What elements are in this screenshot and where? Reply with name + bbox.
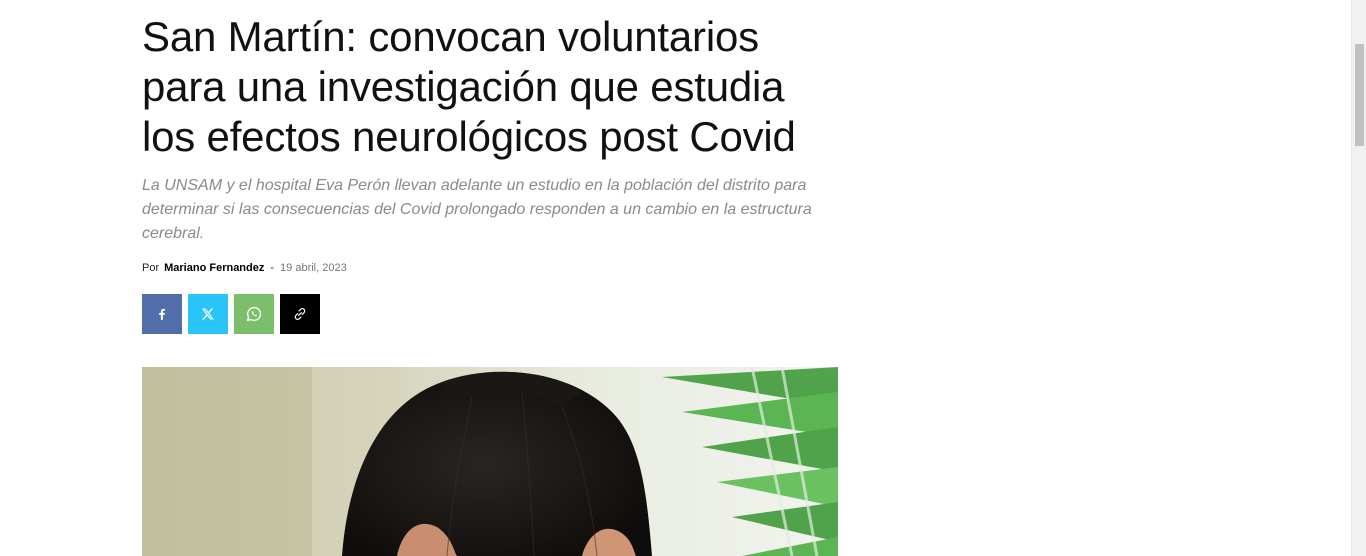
- link-icon: [292, 306, 308, 322]
- woman-holding-head-photo: [142, 367, 838, 556]
- hero-image: [142, 367, 838, 556]
- share-whatsapp-button[interactable]: [234, 294, 274, 334]
- share-facebook-button[interactable]: [142, 294, 182, 334]
- share-twitter-button[interactable]: [188, 294, 228, 334]
- byline-prefix: Por: [142, 262, 160, 274]
- byline-separator: -: [270, 262, 275, 274]
- author-link[interactable]: Mariano Fernandez: [164, 260, 264, 276]
- scrollbar-thumb[interactable]: [1355, 44, 1364, 146]
- whatsapp-icon: [245, 305, 263, 323]
- publish-date: 19 abril, 2023: [280, 262, 347, 274]
- article: San Martín: convocan voluntarios para un…: [142, 0, 838, 334]
- byline: Por Mariano Fernandez - 19 abril, 2023: [142, 260, 838, 276]
- copy-link-button[interactable]: [280, 294, 320, 334]
- share-buttons: [142, 294, 838, 334]
- article-title: San Martín: convocan voluntarios para un…: [142, 13, 796, 160]
- page-scrollbar[interactable]: [1351, 0, 1366, 556]
- article-subtitle: La UNSAM y el hospital Eva Perón llevan …: [142, 177, 812, 242]
- facebook-icon: [155, 307, 169, 321]
- page: San Martín: convocan voluntarios para un…: [0, 0, 1366, 556]
- x-twitter-icon: [201, 307, 215, 321]
